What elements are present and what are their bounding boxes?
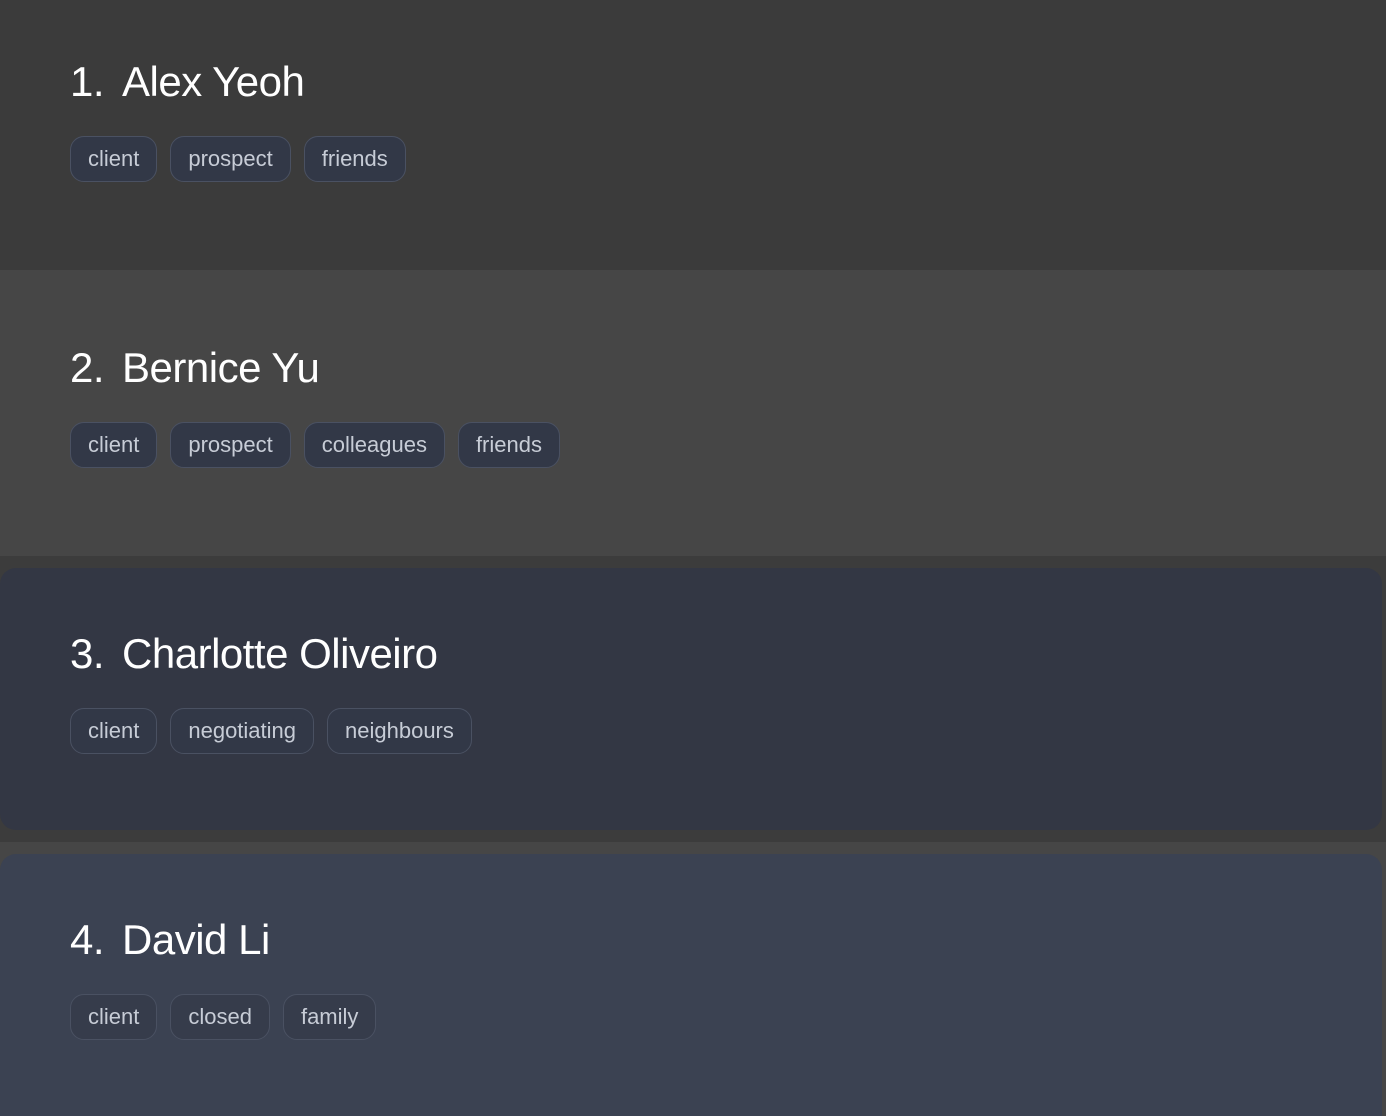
tag-list: client prospect colleagues friends (70, 422, 560, 468)
contact-name: 2. Bernice Yu (70, 344, 320, 392)
tag-list: client prospect friends (70, 136, 406, 182)
tag: prospect (170, 136, 291, 182)
contact-index: 2. (70, 344, 105, 391)
contact-card-hovered[interactable]: 3. Charlotte Oliveiro client negotiating … (0, 568, 1382, 830)
contact-name: 1. Alex Yeoh (70, 58, 305, 106)
contact-index: 4. (70, 916, 105, 963)
tag: client (70, 136, 158, 182)
contact-name-text: Charlotte Oliveiro (122, 630, 438, 677)
contact-name-text: David Li (122, 916, 270, 963)
contact-index: 1. (70, 58, 105, 105)
contact-name: 3. Charlotte Oliveiro (70, 630, 438, 678)
tag: prospect (170, 422, 291, 468)
contact-card-selected[interactable]: 4. David Li client closed family (0, 854, 1382, 1116)
tag: client (70, 422, 158, 468)
tag-list: client closed family (70, 994, 377, 1040)
tag: neighbours (327, 708, 472, 754)
tag: friends (457, 422, 560, 468)
contact-name-text: Bernice Yu (122, 344, 320, 391)
contact-name-text: Alex Yeoh (122, 58, 305, 105)
tag: client (70, 708, 158, 754)
tag: closed (170, 994, 270, 1040)
tag: friends (303, 136, 406, 182)
tag: colleagues (303, 422, 445, 468)
contact-card[interactable]: 2. Bernice Yu client prospect colleagues … (0, 270, 1386, 556)
contact-name: 4. David Li (70, 916, 270, 964)
contact-list: 1. Alex Yeoh client prospect friends 2. Be… (0, 0, 1386, 1116)
tag: client (70, 994, 158, 1040)
contact-index: 3. (70, 630, 105, 677)
contact-card[interactable]: 1. Alex Yeoh client prospect friends (0, 0, 1386, 270)
tag: family (282, 994, 377, 1040)
tag: negotiating (170, 708, 315, 754)
tag-list: client negotiating neighbours (70, 708, 472, 754)
